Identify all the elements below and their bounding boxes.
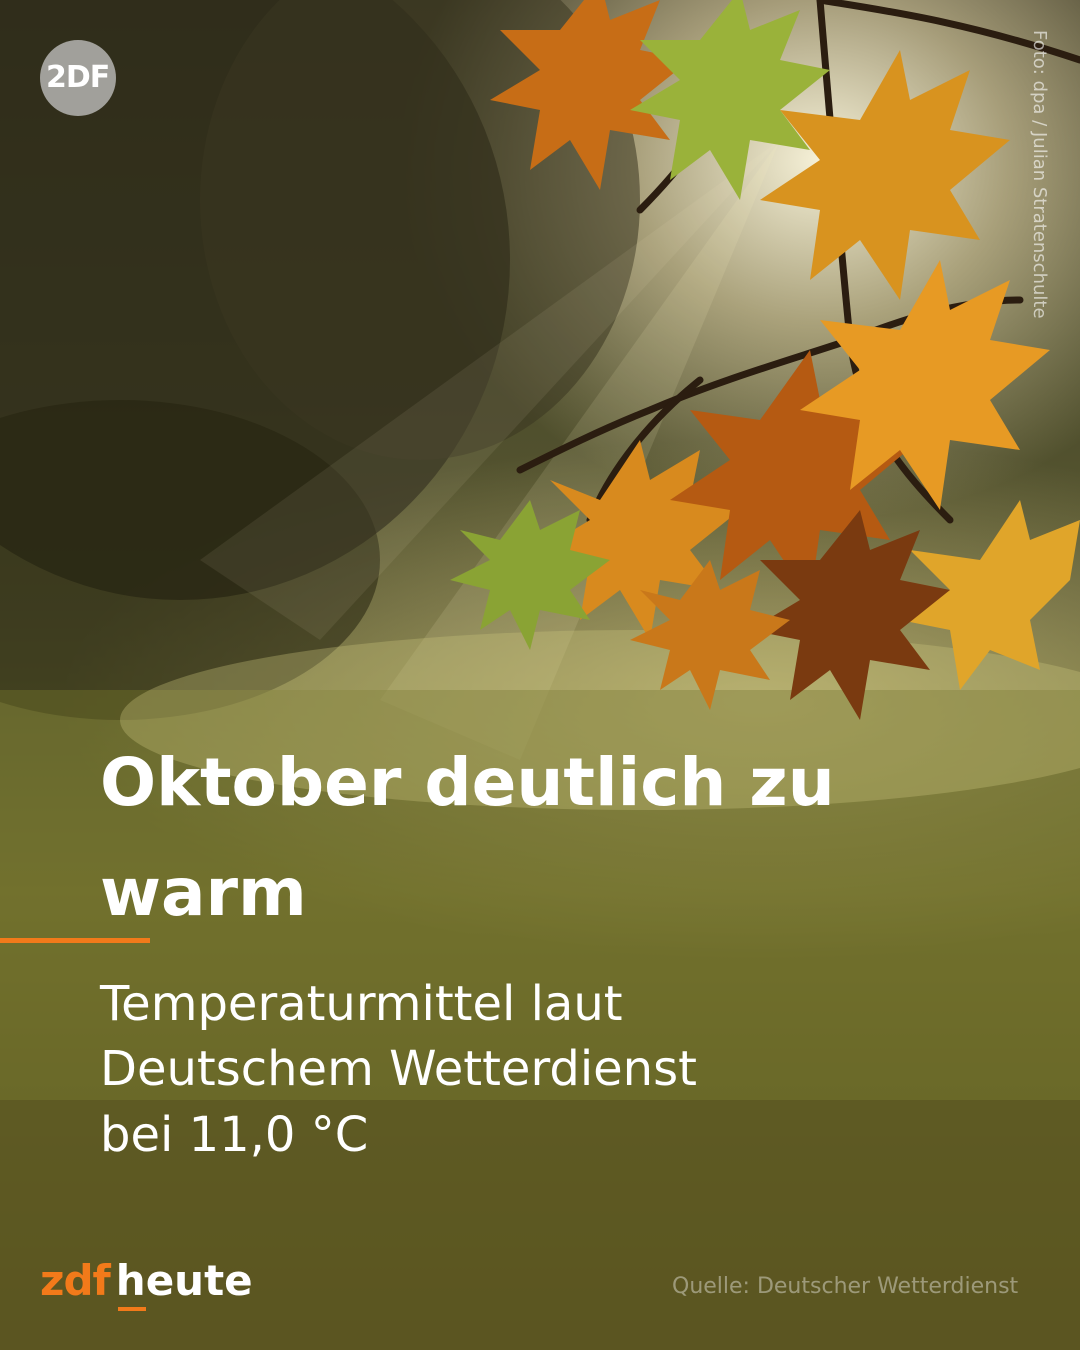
zdf-corner-logo: 2DF — [40, 40, 116, 116]
subline: Temperaturmittel laut Deutschem Wetterdi… — [100, 972, 1000, 1168]
brand-zdf: zdf — [40, 1256, 111, 1305]
source-note: Quelle: Deutscher Wetterdienst — [672, 1274, 1019, 1299]
photo-credit: Foto: dpa / Julian Stratenschulte — [1029, 30, 1050, 319]
subline-line-3: bei 11,0 °C — [100, 1106, 369, 1163]
post-card: 2DF Foto: dpa / Julian Stratenschulte Ok… — [0, 0, 1080, 1350]
brand-heute: heute — [115, 1256, 253, 1311]
orange-accent-line — [0, 938, 150, 943]
headline: Oktober deutlich zu warm — [100, 744, 835, 931]
zdfheute-logo: zdf heute — [40, 1256, 253, 1312]
subline-line-1: Temperaturmittel laut — [100, 976, 623, 1032]
zdf-corner-logo-text: 2DF — [46, 60, 110, 95]
subline-line-2: Deutschem Wetterdienst — [100, 1041, 697, 1098]
